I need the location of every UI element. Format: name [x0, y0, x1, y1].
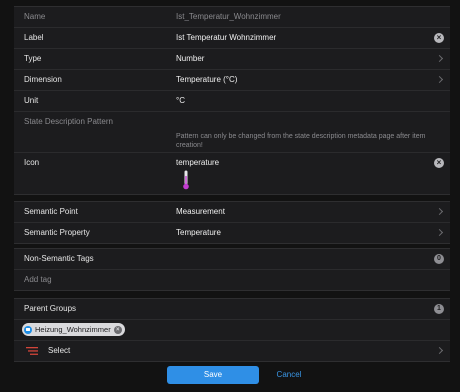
- semantic-property-value: Temperature: [176, 228, 221, 237]
- state-description-hint: Pattern can only be changed from the sta…: [176, 133, 426, 149]
- save-button[interactable]: Save: [167, 366, 259, 384]
- chevron-right-icon: [435, 207, 444, 216]
- select-groups-label: Select: [48, 346, 71, 355]
- item-fields-panel: Name Ist_Temperatur_Wohnzimmer Label Ist…: [14, 6, 450, 195]
- parent-groups-label: Parent Groups: [24, 304, 77, 313]
- folder-icon: [24, 325, 32, 334]
- parent-groups-count-badge: 1: [434, 304, 444, 314]
- parent-groups-panel: Parent Groups 1 Heizung_Wohnzimmer × Sel…: [14, 298, 450, 362]
- dimension-label: Dimension: [24, 75, 62, 84]
- parent-group-chip-row: Heizung_Wohnzimmer ×: [14, 320, 450, 341]
- parent-group-chip[interactable]: Heizung_Wohnzimmer ×: [22, 323, 125, 336]
- select-groups-row[interactable]: Select: [14, 341, 450, 361]
- tags-header-row: Non-Semantic Tags 0: [14, 249, 450, 270]
- state-description-label: State Description Pattern: [24, 117, 113, 126]
- dimension-value: Temperature (°C): [176, 75, 238, 84]
- cancel-button[interactable]: Cancel: [265, 366, 313, 384]
- chevron-right-icon: [435, 346, 444, 355]
- name-label: Name: [24, 12, 46, 21]
- icon-row[interactable]: Icon temperature ×: [14, 153, 450, 194]
- semantics-panel: Semantic Point Measurement Semantic Prop…: [14, 201, 450, 244]
- unit-input[interactable]: °C: [176, 91, 185, 111]
- chevron-right-icon: [435, 75, 444, 84]
- type-row[interactable]: Type Number: [14, 49, 450, 70]
- label-row[interactable]: Label Ist Temperatur Wohnzimmer ×: [14, 28, 450, 49]
- dimension-row[interactable]: Dimension Temperature (°C): [14, 70, 450, 91]
- tags-label: Non-Semantic Tags: [24, 254, 94, 263]
- name-value: Ist_Temperatur_Wohnzimmer: [176, 12, 281, 21]
- semantic-point-row[interactable]: Semantic Point Measurement: [14, 202, 450, 223]
- unit-row[interactable]: Unit °C: [14, 91, 450, 112]
- clear-label-icon[interactable]: ×: [434, 33, 444, 43]
- add-tag-row[interactable]: Add tag: [14, 270, 450, 290]
- label-input[interactable]: Ist Temperatur Wohnzimmer: [176, 28, 276, 48]
- chevron-right-icon: [435, 228, 444, 237]
- remove-chip-icon[interactable]: ×: [113, 325, 122, 334]
- type-value: Number: [176, 54, 205, 63]
- add-tag-input[interactable]: Add tag: [24, 270, 52, 290]
- parent-groups-header-row: Parent Groups 1: [14, 299, 450, 320]
- clear-icon-icon[interactable]: ×: [434, 158, 444, 168]
- thermometer-icon: [183, 170, 189, 190]
- semantic-point-value: Measurement: [176, 207, 225, 216]
- label-label: Label: [24, 33, 44, 42]
- state-description-row: State Description Pattern Pattern can on…: [14, 112, 450, 153]
- chevron-right-icon: [435, 54, 444, 63]
- list-icon: [26, 347, 38, 355]
- name-row: Name Ist_Temperatur_Wohnzimmer: [14, 7, 450, 28]
- tags-count-badge: 0: [434, 254, 444, 264]
- semantic-property-label: Semantic Property: [24, 228, 90, 237]
- icon-label: Icon: [24, 158, 40, 167]
- parent-group-chip-label: Heizung_Wohnzimmer: [35, 325, 111, 334]
- type-label: Type: [24, 54, 42, 63]
- semantic-property-row[interactable]: Semantic Property Temperature: [14, 223, 450, 243]
- tags-panel: Non-Semantic Tags 0 Add tag: [14, 248, 450, 291]
- unit-label: Unit: [24, 96, 39, 105]
- semantic-point-label: Semantic Point: [24, 207, 78, 216]
